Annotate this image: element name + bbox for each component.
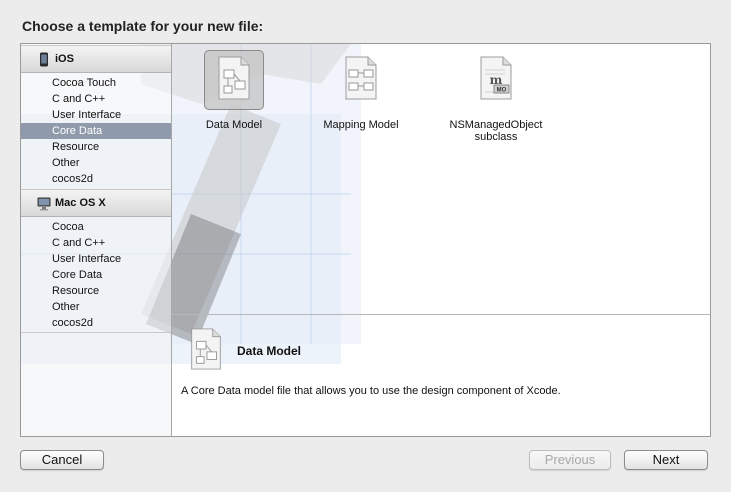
- template-category-sidebar: iOS Cocoa Touch C and C++ User Interface…: [21, 44, 172, 436]
- detail-title: Data Model: [237, 344, 302, 358]
- detail-divider: [171, 314, 710, 315]
- template-label-line2: subclass: [474, 131, 518, 143]
- cancel-button[interactable]: Cancel: [20, 450, 104, 470]
- sidebar-item-cocoa[interactable]: Cocoa: [21, 219, 171, 235]
- sidebar-group-label: iOS: [55, 53, 74, 65]
- template-chooser-panel: iOS Cocoa Touch C and C++ User Interface…: [20, 43, 711, 437]
- sidebar-item-other[interactable]: Other: [21, 299, 171, 315]
- data-model-icon: [191, 328, 221, 370]
- sidebar-group-ios[interactable]: iOS: [21, 45, 171, 73]
- sidebar-item-user-interface[interactable]: User Interface: [21, 251, 171, 267]
- sidebar-item-resource[interactable]: Resource: [21, 283, 171, 299]
- sidebar-item-cocoa-touch[interactable]: Cocoa Touch: [21, 75, 171, 91]
- next-button[interactable]: Next: [624, 450, 708, 470]
- sidebar-group-label: Mac OS X: [55, 197, 106, 209]
- iphone-icon: [40, 52, 48, 67]
- mac-icon: [37, 197, 51, 211]
- data-model-icon: [218, 56, 250, 100]
- mapping-model-icon: [345, 56, 377, 100]
- dialog-title: Choose a template for your new file:: [22, 18, 264, 34]
- sidebar-item-c-and-cpp[interactable]: C and C++: [21, 235, 171, 251]
- managed-object-icon: m MO: [480, 56, 512, 100]
- sidebar-item-cocos2d[interactable]: cocos2d: [21, 315, 171, 331]
- detail-description: A Core Data model file that allows you t…: [181, 385, 561, 397]
- template-label: NSManagedObject: [449, 119, 543, 131]
- sidebar-item-resource[interactable]: Resource: [21, 139, 171, 155]
- template-label: Data Model: [205, 119, 263, 131]
- sidebar-item-other[interactable]: Other: [21, 155, 171, 171]
- sidebar-group-mac-os-x[interactable]: Mac OS X: [21, 189, 171, 217]
- managed-object-icon-badge: MO: [497, 88, 507, 94]
- sidebar-divider: [21, 332, 171, 333]
- previous-button[interactable]: Previous: [529, 450, 611, 470]
- template-mapping-model[interactable]: Mapping Model: [323, 50, 399, 140]
- sidebar-item-core-data[interactable]: Core Data: [21, 267, 171, 283]
- sidebar-item-c-and-cpp[interactable]: C and C++: [21, 91, 171, 107]
- template-data-model[interactable]: Data Model: [204, 50, 264, 140]
- sidebar-item-user-interface[interactable]: User Interface: [21, 107, 171, 123]
- template-nsmanagedobject-subclass[interactable]: m MO NSManagedObject subclass: [450, 50, 542, 150]
- sidebar-item-core-data[interactable]: Core Data: [21, 123, 171, 139]
- template-label: Mapping Model: [323, 119, 399, 131]
- sidebar-item-cocos2d[interactable]: cocos2d: [21, 171, 171, 187]
